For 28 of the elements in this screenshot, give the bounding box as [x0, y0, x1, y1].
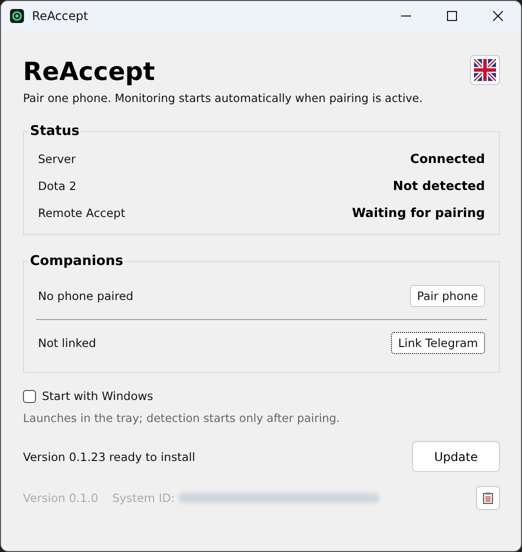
app-icon [10, 9, 24, 23]
status-label: Server [38, 152, 76, 166]
close-icon [493, 11, 503, 21]
update-message: Version 0.1.23 ready to install [23, 450, 196, 464]
action-button[interactable]: Pair phone [410, 285, 485, 307]
checkbox[interactable] [23, 390, 36, 402]
checkbox-label: Start with Windows [42, 389, 154, 403]
companion-status: Not linked [38, 336, 96, 350]
status-label: Dota 2 [38, 178, 76, 192]
status-label: Remote Accept [38, 206, 126, 220]
companion-status: No phone paired [38, 289, 134, 303]
hint-text: Launches in the tray; detection starts only after pairing. [23, 412, 341, 425]
status-value: Waiting for pairing [352, 205, 485, 220]
system-id-label: System ID: [112, 491, 175, 505]
flag-button[interactable] [470, 55, 500, 85]
status-value: Not detected [392, 178, 485, 193]
window-title: ReAccept [32, 9, 90, 23]
clipboard-icon [483, 492, 493, 504]
version-text: Version 0.1.0 [23, 491, 98, 505]
maximize-icon [447, 11, 457, 21]
subtitle: Pair one phone. Monitoring starts automatically when pairing is active. [23, 92, 423, 105]
update-button[interactable]: Update [412, 441, 500, 472]
status-value: Connected [410, 151, 485, 166]
copy-button[interactable] [476, 486, 500, 510]
action-button[interactable]: Link Telegram [391, 332, 485, 354]
app-heading: ReAccept [23, 57, 156, 86]
panel-title: Status [29, 123, 80, 139]
panel-title: Companions [29, 253, 124, 269]
